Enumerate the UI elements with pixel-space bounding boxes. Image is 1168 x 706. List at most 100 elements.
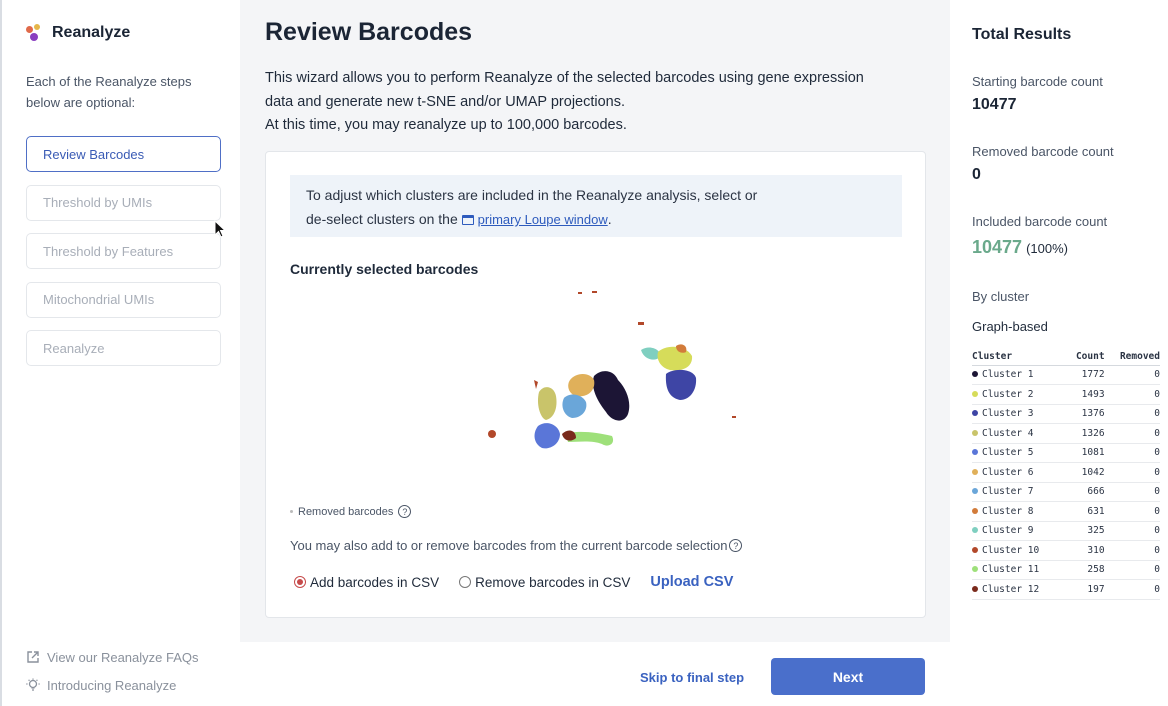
included-count: 10477 (100%) [972,237,1068,258]
description-line: data and generate new t-SNE and/or UMAP … [265,93,626,110]
count-column-header: Count [1064,348,1105,366]
sidebar: Reanalyze Each of the Reanalyze steps be… [0,0,240,706]
included-count-label: Included barcode count [972,214,1108,229]
included-count-value: 10477 [972,237,1023,257]
step-threshold-features[interactable]: Threshold by Features [26,233,221,269]
brand: Reanalyze [26,24,130,42]
primary-loupe-window-link[interactable]: primary Loupe window [478,212,608,227]
plot-blob-cluster-7 [562,394,587,418]
info-box: To adjust which clusters are included in… [290,175,902,237]
cluster-color-dot [972,546,978,553]
skip-to-final-step-button[interactable]: Skip to final step [640,670,744,685]
cluster-count-cell: 1493 [1064,384,1105,405]
table-row: Cluster 9 325 0 [972,521,1160,541]
table-row: Cluster 6 1042 0 [972,462,1160,483]
table-row: Cluster 4 1326 0 [972,423,1160,444]
cluster-name-cell: Cluster 6 [972,462,1065,483]
cluster-removed-cell: 0 [1104,384,1160,405]
table-row: Cluster 1 1772 0 [972,365,1160,385]
page-title: Review Barcodes [265,18,473,46]
table-row: Cluster 5 1081 0 [972,443,1160,463]
plot-dot-cluster-10 [534,380,538,389]
step-review-barcodes[interactable]: Review Barcodes [26,136,221,172]
cluster-count-cell: 310 [1064,540,1105,561]
remove-barcodes-option[interactable]: Remove barcodes in CSV [459,575,630,590]
plot-dot-cluster-10 [488,430,496,438]
add-remove-text: You may also add to or remove barcodes f… [290,538,728,553]
add-barcodes-option[interactable]: Add barcodes in CSV [294,575,439,590]
intro-link[interactable]: Introducing Reanalyze [26,671,199,699]
plot-blob-cluster-2 [657,346,693,371]
cluster-removed-cell: 0 [1104,365,1160,385]
table-row: Cluster 7 666 0 [972,482,1160,502]
wizard-description: This wizard allows you to perform Reanal… [265,67,925,138]
step-mitochondrial-umis[interactable]: Mitochondrial UMIs [26,281,221,318]
results-title: Total Results [972,26,1072,43]
plot-blob-cluster-5 [534,423,560,449]
info-text-line2: de-select clusters on the primary Loupe … [306,207,886,232]
help-icon[interactable]: ? [398,505,412,518]
cluster-name-cell: Cluster 9 [972,521,1065,541]
plot-dot-cluster-10 [592,291,597,293]
plot-dot-cluster-10 [638,322,644,325]
included-count-percent: (100%) [1026,241,1068,256]
reanalyze-logo-icon [26,24,44,42]
upload-csv-button[interactable]: Upload CSV [650,574,733,590]
cluster-name-cell: Cluster 2 [972,384,1065,405]
cluster-name: Cluster 12 [982,583,1040,595]
cluster-name: Cluster 4 [982,427,1034,439]
cluster-color-dot [972,390,978,397]
removed-barcodes-label: Removed barcodes [298,505,394,518]
window-icon [461,215,474,225]
cluster-name-cell: Cluster 5 [972,443,1065,463]
app-title: Reanalyze [52,24,131,41]
cluster-name: Cluster 7 [982,486,1034,498]
cluster-color-dot [972,468,978,475]
cluster-count-cell: 1376 [1064,404,1105,424]
cluster-name: Cluster 8 [982,505,1034,517]
cluster-count-cell: 666 [1064,482,1105,502]
step-threshold-umis[interactable]: Threshold by UMIs [26,184,221,221]
cluster-count-cell: 197 [1064,579,1105,600]
step-reanalyze[interactable]: Reanalyze [26,330,221,366]
description-line: This wizard allows you to perform Reanal… [265,70,864,86]
cluster-removed-cell: 0 [1104,540,1160,561]
plot-blob-cluster-4 [537,387,557,420]
cluster-count-cell: 1772 [1064,365,1105,385]
cluster-name-cell: Cluster 3 [972,404,1065,424]
cluster-table: Cluster Count Removed Cluster 1 1772 0 Clus… [972,348,1160,600]
info-text-suffix: . [607,211,612,227]
cluster-count-cell: 1326 [1064,423,1105,444]
faq-link[interactable]: View our Reanalyze FAQs [26,643,199,671]
cluster-count-cell: 1042 [1064,462,1105,483]
cluster-removed-cell: 0 [1104,404,1160,424]
info-text-prefix: de-select clusters on the [306,211,458,227]
cluster-name: Cluster 9 [982,525,1034,537]
cluster-removed-cell: 0 [1104,482,1160,502]
plot-blob-cluster-3 [665,369,697,400]
wizard-footer: Skip to final step Next [240,642,950,706]
info-text-line1: To adjust which clusters are included in… [306,187,758,203]
cluster-color-dot [972,527,978,534]
cluster-color-dot [972,585,978,592]
cluster-name-cell: Cluster 12 [972,579,1065,600]
removed-column-header: Removed [1104,348,1160,366]
table-row: Cluster 2 1493 0 [972,384,1160,405]
cluster-count-cell: 1081 [1064,443,1105,463]
add-barcodes-radio[interactable] [294,576,306,588]
help-icon[interactable]: ? [729,539,743,552]
next-button[interactable]: Next [771,658,925,695]
remove-barcodes-radio[interactable] [459,576,472,588]
main-panel: Review Barcodes This wizard allows you t… [240,0,950,706]
cluster-name: Cluster 5 [982,447,1034,459]
cluster-name-cell: Cluster 7 [972,482,1065,502]
review-card: To adjust which clusters are included in… [265,151,926,618]
description-line: At this time, you may reanalyze up to 10… [265,117,627,133]
cluster-name-cell: Cluster 1 [972,365,1065,385]
cluster-removed-cell: 0 [1104,462,1160,483]
cluster-removed-cell: 0 [1104,443,1160,463]
table-row: Cluster 8 631 0 [972,501,1160,522]
barcode-projection-plot [488,291,736,449]
plot-title: Currently selected barcodes [290,261,479,277]
cluster-column-header: Cluster [972,348,1065,366]
